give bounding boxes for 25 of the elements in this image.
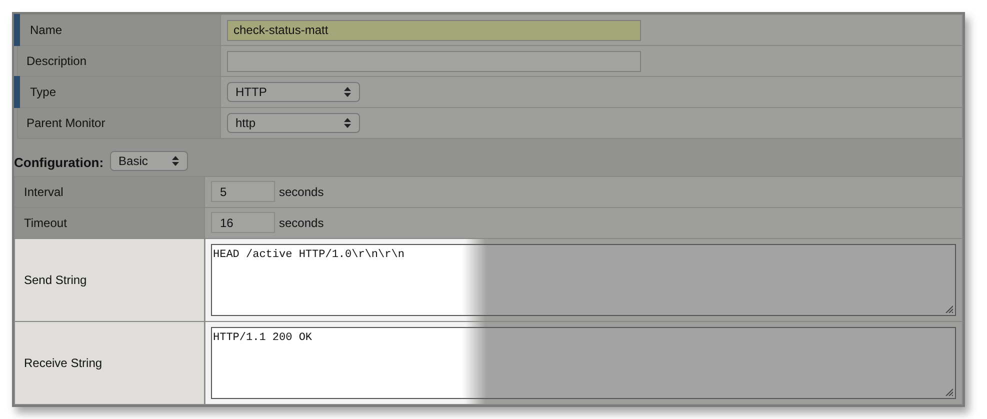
resize-grip-icon[interactable] <box>945 388 953 396</box>
text-field[interactable]: check-status-matt <box>226 20 640 40</box>
field-label: Send String <box>14 238 204 321</box>
unit-label: seconds <box>279 214 324 232</box>
resize-grip-icon[interactable] <box>945 304 953 312</box>
section-label: Configuration: <box>14 154 104 172</box>
stepper-arrows-icon <box>344 87 350 97</box>
unit-label: seconds <box>279 184 324 200</box>
field-label: Type <box>17 76 220 108</box>
field-label: Timeout <box>14 207 204 238</box>
text-area[interactable]: HEAD /active HTTP/1.0\r\n\r\n <box>211 244 956 316</box>
field-label: Interval <box>14 176 204 207</box>
text-field[interactable] <box>226 50 640 72</box>
stepper-arrows-icon <box>344 118 350 128</box>
dropdown[interactable]: HTTP <box>226 82 360 102</box>
dropdown[interactable]: Basic <box>110 150 188 171</box>
field-label: Description <box>17 46 220 76</box>
field-label: Receive String <box>14 321 204 404</box>
number-field[interactable]: 5 <box>211 181 275 202</box>
field-label: Name <box>17 14 220 46</box>
stepper-arrows-icon <box>172 156 179 166</box>
dropdown[interactable]: http <box>226 113 360 133</box>
text-area[interactable]: HTTP/1.1 200 OK <box>211 326 956 398</box>
field-label: Parent Monitor <box>17 108 220 138</box>
number-field[interactable]: 16 <box>211 212 275 233</box>
